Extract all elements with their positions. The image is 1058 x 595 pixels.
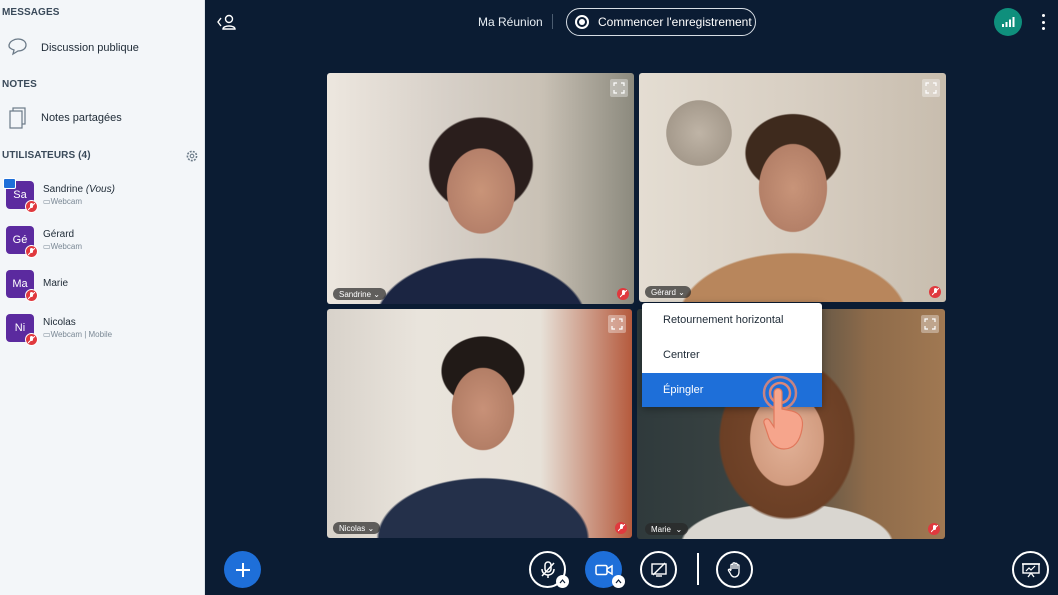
meeting-title: Ma Réunion [478,15,543,29]
video-name-tag[interactable]: Gérard ⌄ [645,286,691,298]
raise-hand-button[interactable] [716,551,753,588]
webcam-icon: ▭ [43,197,51,206]
chat-icon [7,37,29,59]
user-list-item[interactable]: Sa Sandrine (Vous) ▭Webcam [0,178,204,214]
user-name: Gérard [43,229,75,240]
header-divider [552,14,553,29]
chevron-up-icon[interactable] [556,575,569,588]
expand-icon[interactable] [610,79,628,97]
camera-icon [594,564,613,575]
video-name-tag[interactable]: Nicolas ⌄ [333,522,381,534]
plus-icon [235,562,250,577]
user-name: Marie [43,278,69,289]
actions-button[interactable] [224,551,261,588]
tap-cursor-icon [760,375,812,457]
muted-mic-icon [25,333,38,346]
microphone-off-icon [540,560,555,578]
user-list-item[interactable]: Ni Nicolas ▭Webcam | Mobile [0,311,204,347]
notes-icon [7,107,29,129]
menu-item-mirror[interactable]: Retournement horizontal [642,303,822,337]
hand-icon [727,561,740,578]
gear-icon[interactable] [185,149,199,163]
muted-mic-icon [929,286,941,298]
public-chat-item[interactable]: Discussion publique [0,33,204,63]
user-name: Nicolas [43,317,76,328]
muted-mic-icon [615,522,627,534]
screen-share-off-icon [650,562,667,577]
toggle-user-list-icon[interactable] [216,12,238,32]
muted-mic-icon [617,288,629,300]
muted-mic-icon [25,245,38,258]
video-tile[interactable]: Nicolas ⌄ [327,309,632,538]
user-status: ▭Webcam [43,242,82,251]
expand-icon[interactable] [608,315,626,333]
muted-mic-icon [25,200,38,213]
sidebar: MESSAGES Discussion publique NOTES Notes… [0,0,205,595]
video-feed [639,73,946,302]
screen-share-button[interactable] [640,551,677,588]
muted-mic-icon [928,523,940,535]
notes-section-title: NOTES [2,79,37,90]
video-tile[interactable]: Sandrine ⌄ [327,73,634,304]
record-icon [575,15,589,29]
menu-item-center[interactable]: Centrer [642,338,822,372]
presentation-icon [1021,562,1040,577]
shared-notes-label: Notes partagées [41,112,122,124]
video-feed [327,309,632,538]
shared-notes-item[interactable]: Notes partagées [0,103,204,133]
start-recording-button[interactable]: Commencer l'enregistrement [566,8,756,36]
signal-icon [1002,17,1015,27]
user-name: Sandrine (Vous) [43,184,115,195]
toolbar-divider [697,553,699,585]
record-label: Commencer l'enregistrement [598,15,752,29]
video-name-tag[interactable]: Sandrine ⌄ [333,288,386,300]
user-status: ▭Webcam [43,197,82,206]
user-list-item[interactable]: Ma Marie [0,267,204,303]
presentation-button[interactable] [1012,551,1049,588]
expand-icon[interactable] [922,79,940,97]
webcam-icon: ▭ [43,330,51,339]
video-tile[interactable]: Gérard ⌄ [639,73,946,302]
chevron-up-icon[interactable] [612,575,625,588]
public-chat-label: Discussion publique [41,42,139,54]
video-feed [327,73,634,304]
muted-mic-icon [25,289,38,302]
webcam-icon: ▭ [43,242,51,251]
messages-section-title: MESSAGES [2,7,60,18]
presenter-icon [3,178,16,189]
users-section-title: UTILISATEURS (4) [2,150,91,161]
expand-icon[interactable] [921,315,939,333]
video-name-tag[interactable]: Marie ⌄ [645,523,689,535]
user-list-item[interactable]: Gé Gérard ▭Webcam [0,223,204,259]
user-status: ▭Webcam | Mobile [43,330,113,339]
connection-status-button[interactable] [994,8,1022,36]
more-options-icon[interactable] [1036,12,1050,32]
